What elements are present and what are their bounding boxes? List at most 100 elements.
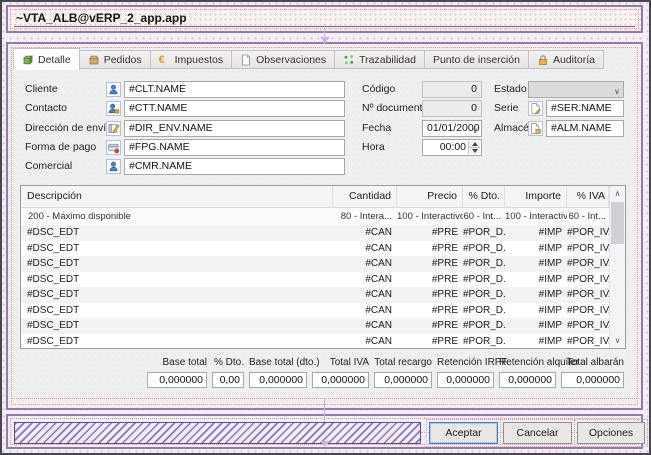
spinner-buttons[interactable] xyxy=(468,141,480,154)
tab-pedidos[interactable]: Pedidos xyxy=(80,50,151,69)
total-value-input[interactable]: 0,000000 xyxy=(374,372,432,388)
cell-importe: #IMP xyxy=(505,272,567,288)
tab-label: Detalle xyxy=(38,54,71,66)
almacen-input[interactable]: #ALM.NAME xyxy=(546,120,624,137)
page-edit-icon[interactable] xyxy=(528,101,543,116)
tab-label: Impuestos xyxy=(175,54,223,66)
grid-row[interactable]: #DSC_EDT #CAN #PRE #POR_D... #IMP #POR_I… xyxy=(21,256,625,272)
limit-cell: 100 - Interactivo xyxy=(505,208,567,225)
total-value-input[interactable]: 0,000000 xyxy=(437,372,494,388)
cell-iva: #POR_IVA xyxy=(567,334,609,350)
cell-importe: #IMP xyxy=(505,334,567,350)
limit-cell: 100 - Interactivo xyxy=(397,208,463,225)
hora-time-spinner[interactable]: 00:00 xyxy=(422,139,482,156)
spin-down-icon[interactable] xyxy=(469,148,480,154)
cell-cantidad: #CAN xyxy=(333,272,397,288)
cell-importe: #IMP xyxy=(505,225,567,241)
page-box-icon[interactable] xyxy=(528,121,543,136)
column-header-precio[interactable]: Precio xyxy=(397,186,463,207)
direccion-envio-input[interactable]: #DIR_ENV.NAME xyxy=(124,120,345,137)
total-value-input[interactable]: 0,000000 xyxy=(312,372,369,388)
euro-icon: € xyxy=(159,54,171,66)
cell-importe: #IMP xyxy=(505,287,567,303)
cell-precio: #PRE xyxy=(397,287,463,303)
spin-up-icon[interactable] xyxy=(469,141,480,148)
cell-descripcion: #DSC_EDT xyxy=(21,287,333,303)
person-icon[interactable] xyxy=(106,82,121,97)
cell-cantidad: #CAN xyxy=(333,303,397,319)
cliente-label: Cliente xyxy=(25,81,58,98)
total-value-input[interactable]: 0,000000 xyxy=(147,372,207,388)
chevron-down-icon[interactable]: ∨ xyxy=(472,123,478,137)
total-value-input[interactable]: 0,000000 xyxy=(499,372,556,388)
grid-row[interactable]: #DSC_EDT #CAN #PRE #POR_D... #IMP #POR_I… xyxy=(21,303,625,319)
serie-input[interactable]: #SER.NAME xyxy=(546,100,624,117)
cell-precio: #PRE xyxy=(397,225,463,241)
scroll-up-icon[interactable]: ∧ xyxy=(610,186,625,201)
comercial-input[interactable]: #CMR.NAME xyxy=(124,158,345,175)
form-designer-canvas: ~VTA_ALB@vERP_2_app.app Detalle Pedidos … xyxy=(0,0,651,455)
grid-scrollbar[interactable]: ∧ ∨ xyxy=(609,186,625,348)
tab-auditoria[interactable]: Auditoría xyxy=(529,50,604,69)
cell-precio: #PRE xyxy=(397,272,463,288)
cell-cantidad: #CAN xyxy=(333,225,397,241)
cell-dto: #POR_D... xyxy=(463,287,505,303)
contacto-input[interactable]: #CTT.NAME xyxy=(124,100,345,117)
tan-box-icon xyxy=(88,54,100,66)
column-header-cantidad[interactable]: Cantidad xyxy=(333,186,397,207)
grid-header: Descripción Cantidad Precio % Dto. Impor… xyxy=(21,186,625,208)
aceptar-button[interactable]: Aceptar xyxy=(429,422,498,444)
total-field: Retención alquiler 0,000000 xyxy=(499,357,556,388)
grid-row[interactable]: #DSC_EDT #CAN #PRE #POR_D... #IMP #POR_I… xyxy=(21,318,625,334)
grid-row[interactable]: #DSC_EDT #CAN #PRE #POR_D... #IMP #POR_I… xyxy=(21,287,625,303)
cell-dto: #POR_D... xyxy=(463,225,505,241)
column-header-dto[interactable]: % Dto. xyxy=(463,186,505,207)
grid-row[interactable]: #DSC_EDT #CAN #PRE #POR_D... #IMP #POR_I… xyxy=(21,272,625,288)
grid-body: #DSC_EDT #CAN #PRE #POR_D... #IMP #POR_I… xyxy=(21,225,625,349)
note-pencil-icon[interactable] xyxy=(106,121,121,136)
scroll-down-icon[interactable]: ∨ xyxy=(610,333,625,348)
fecha-date-picker[interactable]: 01/01/2000 ∨ xyxy=(422,120,482,137)
person-contact-icon[interactable] xyxy=(106,101,121,116)
grid-row[interactable]: #DSC_EDT #CAN #PRE #POR_D... #IMP #POR_I… xyxy=(21,334,625,350)
column-header-descripcion[interactable]: Descripción xyxy=(21,186,333,207)
cliente-input[interactable]: #CLT.NAME xyxy=(124,81,345,98)
total-value-input[interactable]: 0,00 xyxy=(212,372,244,388)
cell-descripcion: #DSC_EDT xyxy=(21,256,333,272)
column-header-importe[interactable]: Importe xyxy=(505,186,567,207)
hora-label: Hora xyxy=(362,139,385,156)
total-value-input[interactable]: 0,000000 xyxy=(249,372,307,388)
column-header-iva[interactable]: % IVA xyxy=(567,186,609,207)
cell-importe: #IMP xyxy=(505,241,567,257)
total-label: Retención alquiler xyxy=(499,357,556,370)
tab-trazabilidad[interactable]: Trazabilidad xyxy=(335,50,425,69)
grid-row[interactable]: #DSC_EDT #CAN #PRE #POR_D... #IMP #POR_I… xyxy=(21,225,625,241)
codigo-input: 0 xyxy=(422,81,482,98)
total-label: Base total xyxy=(147,357,207,370)
tab-impuestos[interactable]: € Impuestos xyxy=(151,50,232,69)
opciones-button[interactable]: Opciones xyxy=(577,422,645,444)
cell-iva: #POR_IVA xyxy=(567,225,609,241)
cell-iva: #POR_IVA xyxy=(567,303,609,319)
grid-limit-row[interactable]: 200 - Máximo disponible 80 - Intera... 1… xyxy=(21,208,625,225)
tab-detalle[interactable]: Detalle xyxy=(13,48,80,70)
total-field: Total albarán 0,000000 xyxy=(561,357,624,388)
hatched-spacer xyxy=(14,422,421,444)
tab-label: Trazabilidad xyxy=(359,54,416,66)
cell-descripcion: #DSC_EDT xyxy=(21,318,333,334)
total-label: % Dto. xyxy=(212,357,244,370)
cell-importe: #IMP xyxy=(505,303,567,319)
cancelar-button[interactable]: Cancelar xyxy=(503,422,572,444)
payment-card-icon[interactable] xyxy=(106,140,121,155)
cell-importe: #IMP xyxy=(505,318,567,334)
tab-label: Punto de inserción xyxy=(433,54,520,66)
forma-pago-input[interactable]: #FPG.NAME xyxy=(124,139,345,156)
tab-punto-de-insercion[interactable]: Punto de inserción xyxy=(425,50,529,69)
scrollbar-thumb[interactable] xyxy=(611,202,624,244)
person-icon[interactable] xyxy=(106,159,121,174)
grid-row[interactable]: #DSC_EDT #CAN #PRE #POR_D... #IMP #POR_I… xyxy=(21,241,625,257)
total-label: Base total (dto.) xyxy=(249,357,307,370)
green-dots-icon xyxy=(343,54,355,66)
tab-observaciones[interactable]: Observaciones xyxy=(232,50,335,69)
total-value-input[interactable]: 0,000000 xyxy=(561,372,624,388)
